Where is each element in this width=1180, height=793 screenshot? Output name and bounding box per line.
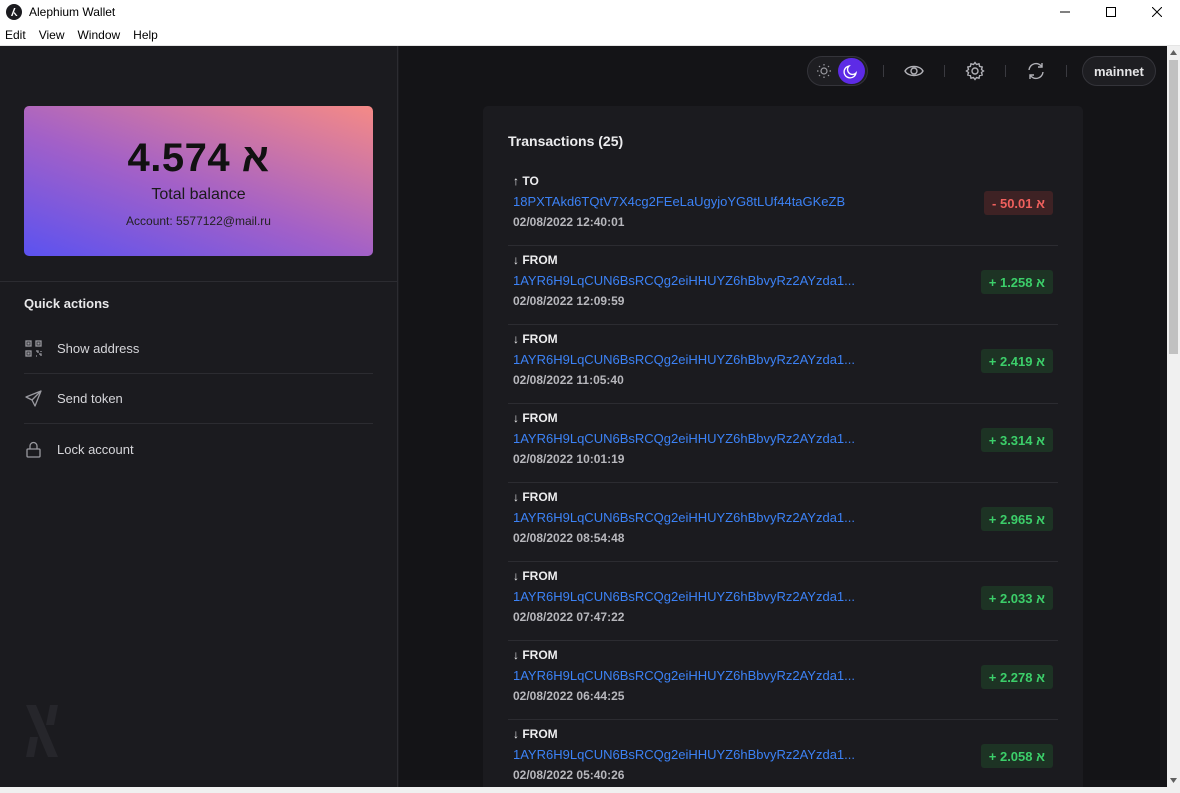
- title-bar: Alephium Wallet: [0, 0, 1180, 24]
- send-icon: [24, 390, 42, 408]
- transaction-row[interactable]: ↓ FROM 1AYR6H9LqCUN6BsRCQg2eiHHUYZ6hBbvy…: [508, 483, 1058, 562]
- scroll-down-arrow-icon[interactable]: [1167, 774, 1180, 787]
- menu-bar: Edit View Window Help: [0, 24, 1180, 46]
- settings-button[interactable]: [960, 56, 990, 86]
- transaction-date: 02/08/2022 07:47:22: [513, 610, 625, 624]
- transaction-amount: - 50.01 א: [984, 191, 1053, 215]
- sidebar: 4.574 א Total balance Account: 5577122@m…: [0, 46, 398, 787]
- account-name: Account: 5577122@mail.ru: [126, 214, 271, 228]
- transaction-address[interactable]: 1AYR6H9LqCUN6BsRCQg2eiHHUYZ6hBbvyRz2AYzd…: [513, 352, 855, 367]
- transaction-date: 02/08/2022 10:01:19: [513, 452, 625, 466]
- separator: [883, 65, 884, 77]
- transaction-date: 02/08/2022 11:05:40: [513, 373, 624, 387]
- transaction-direction: ↓ FROM: [513, 490, 558, 504]
- window-title: Alephium Wallet: [29, 5, 116, 19]
- main-content: mainnet Transactions (25) ↑ TO 18PXTAkd6…: [399, 46, 1167, 787]
- transaction-date: 02/08/2022 08:54:48: [513, 531, 625, 545]
- separator: [1066, 65, 1067, 77]
- transaction-address[interactable]: 1AYR6H9LqCUN6BsRCQg2eiHHUYZ6hBbvyRz2AYzd…: [513, 747, 855, 762]
- transaction-row[interactable]: ↑ TO 18PXTAkd6TQtV7X4cg2FEeLaUgyjoYG8tLU…: [508, 167, 1058, 246]
- transaction-amount: + 3.314 א: [980, 428, 1053, 452]
- network-badge[interactable]: mainnet: [1082, 56, 1156, 86]
- transaction-amount: + 2.965 א: [980, 507, 1053, 531]
- sidebar-divider: [0, 281, 398, 282]
- lock-account-label: Lock account: [57, 441, 134, 457]
- transaction-row[interactable]: ↓ FROM 1AYR6H9LqCUN6BsRCQg2eiHHUYZ6hBbvy…: [508, 641, 1058, 720]
- vertical-scrollbar[interactable]: [1167, 46, 1180, 787]
- transaction-row[interactable]: ↓ FROM 1AYR6H9LqCUN6BsRCQg2eiHHUYZ6hBbvy…: [508, 325, 1058, 404]
- gear-icon: [965, 61, 985, 81]
- maximize-icon: [1106, 7, 1116, 17]
- transaction-address[interactable]: 1AYR6H9LqCUN6BsRCQg2eiHHUYZ6hBbvyRz2AYzd…: [513, 273, 855, 288]
- refresh-button[interactable]: [1021, 56, 1051, 86]
- close-button[interactable]: [1134, 0, 1180, 24]
- transaction-direction: ↓ FROM: [513, 411, 558, 425]
- transaction-row[interactable]: ↓ FROM 1AYR6H9LqCUN6BsRCQg2eiHHUYZ6hBbvy…: [508, 720, 1058, 787]
- show-address-label: Show address: [57, 341, 140, 356]
- transaction-row[interactable]: ↓ FROM 1AYR6H9LqCUN6BsRCQg2eiHHUYZ6hBbvy…: [508, 246, 1058, 325]
- sun-icon[interactable]: [810, 58, 838, 84]
- transactions-panel: Transactions (25) ↑ TO 18PXTAkd6TQtV7X4c…: [483, 106, 1083, 787]
- transaction-row[interactable]: ↓ FROM 1AYR6H9LqCUN6BsRCQg2eiHHUYZ6hBbvy…: [508, 562, 1058, 641]
- send-token-button[interactable]: Send token: [24, 374, 373, 424]
- scroll-up-arrow-icon[interactable]: [1167, 46, 1180, 59]
- close-icon: [1152, 7, 1162, 17]
- window-controls: [1042, 0, 1180, 24]
- toggle-discreet-mode-button[interactable]: [899, 56, 929, 86]
- transaction-direction: ↓ FROM: [513, 332, 558, 346]
- balance-card: 4.574 א Total balance Account: 5577122@m…: [24, 106, 373, 256]
- transactions-title: Transactions (25): [508, 133, 624, 149]
- theme-toggle[interactable]: [807, 56, 868, 86]
- menu-window[interactable]: Window: [72, 28, 125, 42]
- transaction-address[interactable]: 18PXTAkd6TQtV7X4cg2FEeLaUgyjoYG8tLUf44ta…: [513, 194, 845, 209]
- window-bottom-edge: [0, 787, 1180, 793]
- lock-icon: [24, 440, 42, 458]
- transaction-amount: + 1.258 א: [980, 270, 1053, 294]
- transaction-address[interactable]: 1AYR6H9LqCUN6BsRCQg2eiHHUYZ6hBbvyRz2AYzd…: [513, 431, 855, 446]
- qr-code-icon: [24, 340, 42, 358]
- transactions-list: ↑ TO 18PXTAkd6TQtV7X4cg2FEeLaUgyjoYG8tLU…: [508, 167, 1058, 787]
- transaction-date: 02/08/2022 12:09:59: [513, 294, 625, 308]
- transaction-address[interactable]: 1AYR6H9LqCUN6BsRCQg2eiHHUYZ6hBbvyRz2AYzd…: [513, 668, 855, 683]
- transaction-direction: ↓ FROM: [513, 569, 558, 583]
- transaction-date: 02/08/2022 05:40:26: [513, 768, 625, 782]
- app-logo-icon: [6, 4, 22, 20]
- minimize-icon: [1060, 11, 1070, 13]
- transaction-amount: + 2.033 א: [980, 586, 1053, 610]
- transaction-direction: ↓ FROM: [513, 727, 558, 741]
- moon-icon[interactable]: [837, 58, 865, 84]
- app-window: 4.574 א Total balance Account: 5577122@m…: [0, 46, 1167, 787]
- scrollbar-thumb[interactable]: [1169, 60, 1178, 354]
- separator: [944, 65, 945, 77]
- transaction-date: 02/08/2022 06:44:25: [513, 689, 625, 703]
- transaction-amount: + 2.419 א: [980, 349, 1053, 373]
- transaction-amount: + 2.278 א: [980, 665, 1053, 689]
- transaction-row[interactable]: ↓ FROM 1AYR6H9LqCUN6BsRCQg2eiHHUYZ6hBbvy…: [508, 404, 1058, 483]
- alephium-watermark-logo: [24, 703, 60, 759]
- send-token-label: Send token: [57, 391, 123, 406]
- total-balance-value: 4.574 א: [127, 136, 270, 180]
- minimize-button[interactable]: [1042, 0, 1088, 24]
- transaction-date: 02/08/2022 12:40:01: [513, 215, 625, 229]
- transaction-direction: ↓ FROM: [513, 253, 558, 267]
- transaction-address[interactable]: 1AYR6H9LqCUN6BsRCQg2eiHHUYZ6hBbvyRz2AYzd…: [513, 589, 855, 604]
- menu-help[interactable]: Help: [128, 28, 163, 42]
- eye-icon: [904, 65, 924, 77]
- transaction-address[interactable]: 1AYR6H9LqCUN6BsRCQg2eiHHUYZ6hBbvyRz2AYzd…: [513, 510, 855, 525]
- menu-edit[interactable]: Edit: [0, 28, 31, 42]
- quick-actions-title: Quick actions: [24, 296, 110, 311]
- lock-account-button[interactable]: Lock account: [24, 424, 373, 474]
- maximize-button[interactable]: [1088, 0, 1134, 24]
- separator: [1005, 65, 1006, 77]
- menu-view[interactable]: View: [34, 28, 70, 42]
- top-controls: mainnet: [807, 56, 1156, 86]
- total-balance-label: Total balance: [151, 186, 246, 203]
- transaction-direction: ↓ FROM: [513, 648, 558, 662]
- transaction-amount: + 2.058 א: [980, 744, 1053, 768]
- transaction-direction: ↑ TO: [513, 174, 539, 188]
- show-address-button[interactable]: Show address: [24, 324, 373, 374]
- refresh-icon: [1028, 62, 1044, 80]
